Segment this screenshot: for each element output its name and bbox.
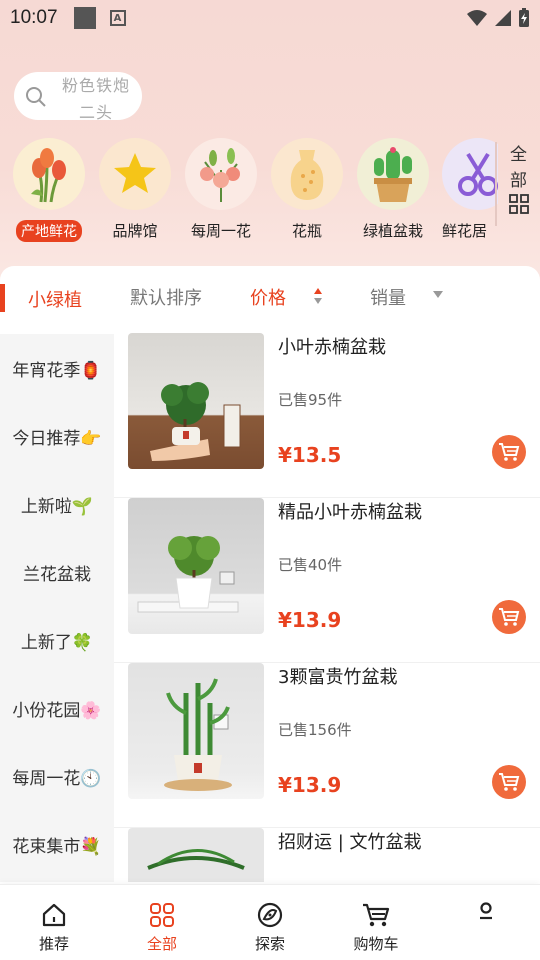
sort-price-button[interactable]: 价格 — [250, 284, 286, 310]
nav-explore[interactable]: 探索 — [230, 901, 310, 954]
explore-icon — [257, 902, 283, 928]
sidebar-item[interactable]: 年宵花季🏮 — [0, 348, 114, 388]
sort-default-button[interactable]: 默认排序 — [130, 284, 202, 310]
product-card[interactable]: 招财运 | 文竹盆栽 — [114, 828, 540, 882]
app-notification-icon: A — [109, 10, 126, 26]
current-category-title: 小绿植 — [28, 290, 82, 311]
product-name: 小叶赤楠盆栽 — [278, 337, 386, 358]
search-placeholder: 粉色铁炮 二头 — [54, 72, 138, 126]
category-item-flower-home[interactable]: 鲜花居 — [436, 138, 498, 241]
star-icon — [99, 138, 171, 210]
nav-all[interactable]: 全部 — [122, 901, 202, 954]
product-price: ¥13.5 — [278, 443, 342, 467]
sort-arrows-icon[interactable] — [313, 287, 323, 305]
bottom-navigation: 推荐 全部 探索 购物车 — [0, 884, 540, 960]
product-image — [128, 828, 264, 882]
sidebar-item[interactable]: 花束集市💐 — [0, 824, 114, 864]
category-row: 产地鲜花 品牌馆 每周一花 花瓶 绿植盆栽 鲜花居 — [0, 138, 540, 248]
product-name: 招财运 | 文竹盆栽 — [278, 832, 422, 853]
all-label-line2: 部 — [510, 171, 527, 191]
product-sold-count: 已售40件 — [278, 556, 343, 574]
nav-recommend[interactable]: 推荐 — [14, 901, 94, 954]
add-to-cart-button[interactable] — [492, 435, 526, 469]
category-label: 产地鲜花 — [16, 220, 82, 242]
sidebar-item[interactable]: 每周一花🕙 — [0, 756, 114, 796]
product-image — [128, 498, 264, 634]
search-placeholder-line2: 二头 — [78, 103, 113, 122]
nav-label: 购物车 — [353, 935, 399, 953]
scissors-icon — [442, 138, 498, 210]
grid-icon — [508, 194, 529, 214]
product-card[interactable]: 3颗富贵竹盆栽 已售156件 ¥13.9 — [114, 663, 540, 828]
search-icon — [26, 87, 46, 107]
all-label-line1: 全 — [510, 145, 527, 165]
nav-label: 全部 — [146, 935, 177, 953]
category-item-brand[interactable]: 品牌馆 — [92, 138, 178, 241]
wifi-icon — [467, 10, 487, 26]
vase-icon — [271, 138, 343, 210]
product-card[interactable]: 精品小叶赤楠盆栽 已售40件 ¥13.9 — [114, 498, 540, 663]
sidebar-item[interactable]: 今日推荐👉 — [0, 416, 114, 456]
category-item-origin-flowers[interactable]: 产地鲜花 — [6, 138, 92, 242]
cart-icon — [499, 773, 520, 791]
category-label: 每周一花 — [190, 222, 251, 240]
sort-sales-button[interactable]: 销量 — [370, 284, 406, 310]
tulip-icon — [13, 138, 85, 210]
category-label: 鲜花居 — [442, 222, 488, 240]
category-item-vase[interactable]: 花瓶 — [264, 138, 350, 241]
signal-icon — [495, 10, 511, 26]
category-item-green-plants[interactable]: 绿植盆栽 — [350, 138, 436, 241]
add-to-cart-button[interactable] — [492, 600, 526, 634]
cart-icon — [363, 903, 390, 927]
sidebar-item[interactable]: 上新啦🌱 — [0, 484, 114, 524]
category-label: 花瓶 — [291, 222, 322, 240]
search-placeholder-line1: 粉色铁炮 — [61, 76, 130, 95]
cart-icon — [499, 443, 520, 461]
category-label: 绿植盆栽 — [362, 222, 423, 240]
sort-bar: 小绿植 默认排序 价格 销量 — [0, 266, 540, 326]
grid-icon — [150, 903, 174, 927]
sidebar-item[interactable]: 兰花盆栽 — [0, 552, 114, 592]
product-image — [128, 663, 264, 799]
bouquet-icon — [185, 138, 257, 210]
category-sidebar: 年宵花季🏮 今日推荐👉 上新啦🌱 兰花盆栽 上新了🍀 小份花园🌸 每周一花🕙 花… — [0, 334, 114, 882]
product-name: 3颗富贵竹盆栽 — [278, 667, 398, 688]
cactus-icon — [357, 138, 429, 210]
home-icon — [42, 903, 66, 927]
nav-label: 探索 — [254, 935, 285, 953]
nav-label: 推荐 — [38, 935, 69, 953]
product-panel: 小绿植 默认排序 价格 销量 年宵花季🏮 今日推荐👉 上新啦🌱 兰花盆栽 上新了… — [0, 266, 540, 882]
product-name: 精品小叶赤楠盆栽 — [278, 502, 422, 523]
product-image — [128, 333, 264, 469]
product-card[interactable]: 小叶赤楠盆栽 已售95件 ¥13.5 — [114, 333, 540, 498]
battery-icon — [519, 8, 529, 27]
nav-profile[interactable] — [446, 901, 526, 933]
product-price: ¥13.9 — [278, 608, 342, 632]
sidebar-item[interactable]: 上新了🍀 — [0, 620, 114, 660]
chevron-down-icon[interactable] — [432, 290, 444, 300]
profile-icon — [480, 902, 492, 920]
all-categories-button[interactable]: 全 部 — [495, 142, 540, 226]
active-category-indicator — [0, 284, 5, 312]
product-sold-count: 已售156件 — [278, 721, 352, 739]
search-input[interactable]: 粉色铁炮 二头 — [14, 72, 142, 122]
notification-icon — [73, 7, 96, 29]
status-bar: 10:07 A — [0, 0, 540, 36]
category-label: 品牌馆 — [112, 222, 158, 240]
product-price: ¥13.9 — [278, 773, 342, 797]
nav-cart[interactable]: 购物车 — [336, 901, 416, 954]
category-item-weekly-flower[interactable]: 每周一花 — [178, 138, 264, 241]
product-sold-count: 已售95件 — [278, 391, 343, 409]
add-to-cart-button[interactable] — [492, 765, 526, 799]
sidebar-item[interactable]: 小份花园🌸 — [0, 688, 114, 728]
cart-icon — [499, 608, 520, 626]
status-time: 10:07 — [10, 7, 58, 28]
